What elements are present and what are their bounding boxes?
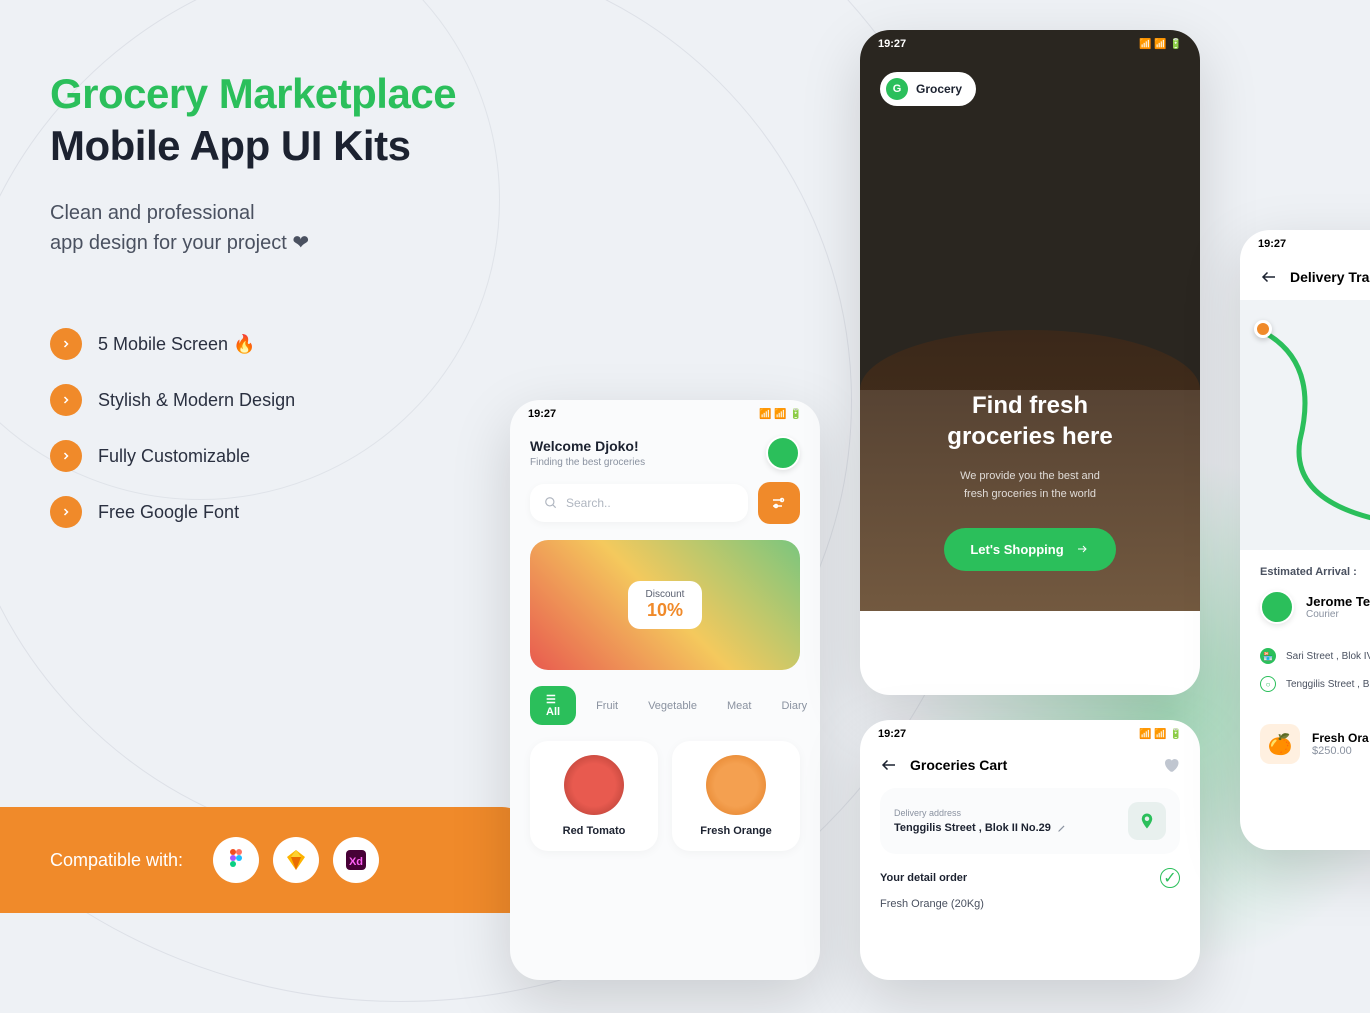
courier-card: Jerome Te Courier	[1240, 590, 1370, 642]
tab-meat[interactable]: Meat	[717, 694, 761, 718]
order-item-row: 🍊 Fresh Ora $250.00	[1240, 714, 1370, 774]
phone-cart-screen: 19:27 📶 📶 🔋 Groceries Cart Delivery addre…	[860, 720, 1200, 980]
feature-list: 5 Mobile Screen 🔥 Stylish & Modern Desig…	[50, 328, 1320, 528]
product-card[interactable]: Fresh Orange	[672, 741, 800, 851]
figma-icon	[213, 837, 259, 883]
route-steps: 🏪Sari Street , Blok IV ○Tenggilis Street…	[1240, 642, 1370, 714]
orange-icon: 🍊	[1260, 724, 1300, 764]
svg-text:Xd: Xd	[349, 856, 363, 868]
hero-subtitle: Clean and professional app design for yo…	[50, 198, 1320, 258]
xd-icon: Xd	[333, 837, 379, 883]
compatible-bar: Compatible with: Xd	[0, 807, 530, 913]
estimated-arrival-label: Estimated Arrival :	[1240, 550, 1370, 590]
back-arrow-icon[interactable]	[880, 756, 898, 774]
compatible-label: Compatible with:	[50, 850, 183, 871]
status-time: 19:27	[878, 728, 906, 740]
order-label: Your detail order	[880, 872, 967, 884]
edit-icon[interactable]	[1057, 823, 1067, 833]
check-icon: ✓	[1160, 868, 1180, 888]
feature-item: Fully Customizable	[50, 440, 1320, 472]
courier-avatar	[1260, 590, 1294, 624]
chevron-right-icon	[50, 384, 82, 416]
dest-dot-icon: ○	[1260, 676, 1276, 692]
tab-diary[interactable]: Diary	[771, 694, 817, 718]
shopping-cta-button[interactable]: Let's Shopping	[944, 528, 1115, 571]
store-dot-icon: 🏪	[1260, 648, 1276, 664]
delivery-address-card[interactable]: Delivery address Tenggilis Street , Blok…	[880, 788, 1180, 854]
hero-title-dark: Mobile App UI Kits	[50, 122, 1320, 170]
status-icons: 📶 📶 🔋	[1139, 729, 1182, 740]
tab-vegetable[interactable]: Vegetable	[638, 694, 707, 718]
order-item: Fresh Orange (20Kg)	[860, 898, 1200, 910]
hero-title-green: Grocery Marketplace	[50, 70, 1320, 118]
cart-title: Groceries Cart	[910, 757, 1007, 773]
feature-item: 5 Mobile Screen 🔥	[50, 328, 1320, 360]
product-card[interactable]: Red Tomato	[530, 741, 658, 851]
tab-fruit[interactable]: Fruit	[586, 694, 628, 718]
arrow-right-icon	[1074, 543, 1090, 555]
feature-item: Stylish & Modern Design	[50, 384, 1320, 416]
chevron-right-icon	[50, 496, 82, 528]
tab-all[interactable]: ☰ All	[530, 686, 576, 725]
chevron-right-icon	[50, 328, 82, 360]
location-pin-icon	[1128, 802, 1166, 840]
sketch-icon	[273, 837, 319, 883]
feature-item: Free Google Font	[50, 496, 1320, 528]
category-tabs: ☰ All Fruit Vegetable Meat Diary	[510, 686, 820, 741]
heart-icon[interactable]	[1162, 756, 1180, 774]
chevron-right-icon	[50, 440, 82, 472]
discount-banner[interactable]: Discount 10%	[530, 540, 800, 670]
